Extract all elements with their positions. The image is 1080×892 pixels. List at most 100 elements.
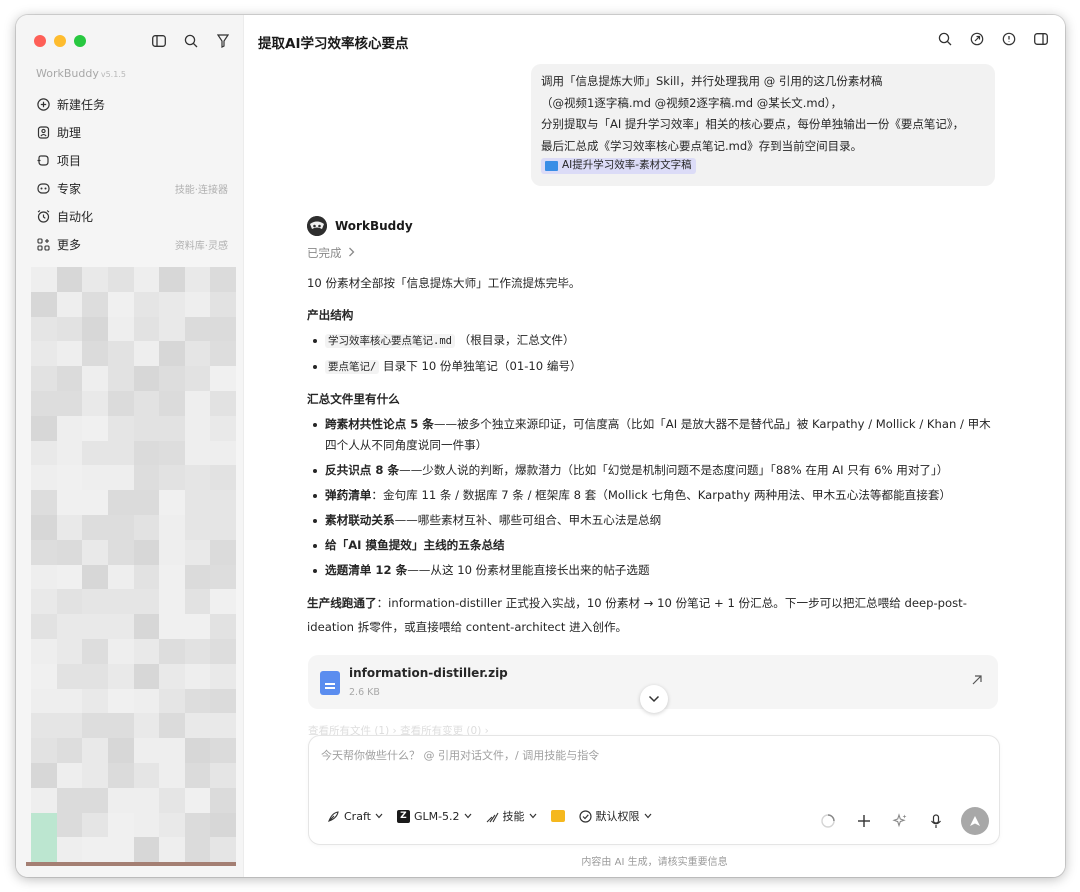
sidebar-item-project[interactable]: 项目 — [28, 146, 232, 174]
sparkle-icon[interactable] — [889, 810, 911, 832]
bot-name: WorkBuddy — [335, 219, 413, 233]
composer-input[interactable]: 今天帮你做些什么？ @ 引用对话文件，/ 调用技能与指令 — [321, 747, 599, 763]
redacted-cell — [82, 564, 108, 590]
list-item-bold: 给「AI 摸鱼提效」主线的五条总结 — [325, 538, 505, 552]
close-window-button[interactable] — [34, 35, 46, 47]
mode-selector[interactable]: Craft — [327, 810, 383, 823]
redacted-cell — [133, 366, 160, 391]
emoji-button[interactable] — [550, 810, 565, 822]
open-external-icon[interactable] — [970, 673, 984, 687]
chevron-down-icon — [464, 813, 472, 819]
redacted-cell — [184, 267, 211, 292]
header-toolbar — [935, 29, 1051, 49]
redacted-cell — [133, 465, 160, 491]
redacted-cell — [159, 415, 185, 441]
redacted-cell — [31, 663, 57, 689]
grid-plus-icon — [36, 237, 50, 251]
redacted-cell — [133, 663, 160, 689]
app-version: v5.1.5 — [100, 70, 126, 79]
search-icon[interactable] — [181, 31, 201, 51]
redacted-cell — [82, 341, 108, 367]
minimize-window-button[interactable] — [54, 35, 66, 47]
main-panel: 提取AI学习效率核心要点 调用「信息提炼大师」Skill，并行处理我用 @ 引用… — [244, 15, 1065, 877]
sidebar-item-more[interactable]: 更多 资料库·灵感 — [28, 230, 232, 258]
redacted-cell — [159, 291, 185, 317]
redacted-cell — [133, 415, 160, 441]
sidebar-toggle-icon[interactable] — [149, 31, 169, 51]
redacted-cell — [56, 837, 83, 863]
list-item-text: （根目录，汇总文件） — [458, 333, 575, 347]
sidebar-item-automation[interactable]: 自动化 — [28, 202, 232, 230]
redacted-cell — [107, 415, 134, 441]
redacted-cell — [210, 514, 236, 540]
status-label: 已完成 — [307, 246, 342, 260]
redacted-cell — [210, 564, 236, 590]
redacted-cell — [184, 440, 211, 466]
search-icon[interactable] — [935, 29, 955, 49]
sidebar-item-assistant[interactable]: 助理 — [28, 118, 232, 146]
redacted-cell — [184, 713, 211, 739]
attachment-chip[interactable]: AI提升学习效率-素材文字稿 — [541, 158, 696, 174]
redacted-cell — [82, 663, 108, 689]
list-item: 选题清单 12 条——从这 10 份素材里能直接长出来的帖子选题 — [307, 560, 1002, 581]
redacted-cell — [133, 762, 160, 788]
model-selector[interactable]: Z GLM-5.2 — [396, 809, 472, 823]
list-item: 弹药清单：金句库 11 条 / 数据库 7 条 / 框架库 8 套（Mollic… — [307, 485, 1002, 506]
filter-icon[interactable] — [213, 31, 233, 51]
history-scrollbar[interactable] — [26, 862, 236, 866]
skills-selector[interactable]: 技能 — [486, 808, 537, 824]
maximize-window-button[interactable] — [74, 35, 86, 47]
redacted-cell — [133, 316, 160, 342]
sidebar-item-new-task[interactable]: 新建任务 — [28, 90, 232, 118]
redacted-cell — [107, 812, 134, 838]
redacted-cell — [184, 390, 211, 416]
redacted-cell — [56, 589, 83, 615]
redacted-cell — [159, 539, 185, 565]
share-icon[interactable] — [967, 29, 987, 49]
assistant-reply: WorkBuddy 已完成 10 份素材全部按「信息提炼大师」工作流提炼完毕。 … — [307, 215, 1002, 639]
redacted-cell — [31, 837, 57, 863]
microphone-icon[interactable] — [925, 810, 947, 832]
redacted-cell — [133, 490, 160, 515]
redacted-cell — [107, 390, 134, 416]
redacted-cell — [82, 465, 108, 491]
redacted-cell — [184, 589, 211, 615]
permission-selector[interactable]: 默认权限 — [578, 808, 652, 824]
list-item-text: ——哪些素材互补、哪些可组合、甲木五心法是总纲 — [394, 513, 662, 527]
redacted-cell — [82, 812, 108, 838]
window-controls — [34, 35, 86, 47]
send-button[interactable] — [961, 807, 989, 835]
section-heading: 汇总文件里有什么 — [307, 392, 400, 406]
composer[interactable]: 今天帮你做些什么？ @ 引用对话文件，/ 调用技能与指令 Craft Z GLM-… — [308, 735, 1000, 845]
sidebar-item-expert[interactable]: 专家 技能·连接器 — [28, 174, 232, 202]
redacted-cell — [210, 316, 236, 342]
sidebar-item-label: 专家 — [57, 181, 82, 196]
redacted-cell — [133, 341, 160, 367]
redacted-cell — [31, 415, 57, 441]
redacted-cell — [184, 812, 211, 838]
redacted-cell — [107, 316, 134, 342]
history-icon[interactable] — [999, 29, 1019, 49]
redacted-cell — [107, 564, 134, 590]
panel-toggle-icon[interactable] — [1031, 29, 1051, 49]
inline-code: 学习效率核心要点笔记.md — [325, 334, 455, 348]
add-icon[interactable] — [853, 810, 875, 832]
redacted-cell — [210, 812, 236, 838]
redacted-cell — [56, 291, 83, 317]
redacted-cell — [133, 267, 160, 292]
user-message: 调用「信息提炼大师」Skill，并行处理我用 @ 引用的这几份素材稿 （@视频1… — [531, 64, 995, 186]
reply-intro: 10 份素材全部按「信息提炼大师」工作流提炼完毕。 — [307, 276, 581, 290]
status-toggle[interactable]: 已完成 — [307, 245, 1002, 261]
redacted-cell — [159, 688, 185, 714]
redacted-cell — [31, 366, 57, 391]
redacted-cell — [210, 490, 236, 515]
glm-logo-icon: Z — [396, 809, 410, 823]
list-item: 反共识点 8 条——少数人说的判断，爆款潜力（比如「幻觉是机制问题不是态度问题」… — [307, 460, 1002, 481]
redacted-cell — [107, 589, 134, 615]
redacted-cell — [107, 440, 134, 466]
redacted-cell — [56, 564, 83, 590]
redacted-cell — [159, 514, 185, 540]
scroll-down-button[interactable] — [640, 685, 668, 713]
redacted-cell — [56, 490, 83, 515]
redacted-cell — [82, 738, 108, 763]
